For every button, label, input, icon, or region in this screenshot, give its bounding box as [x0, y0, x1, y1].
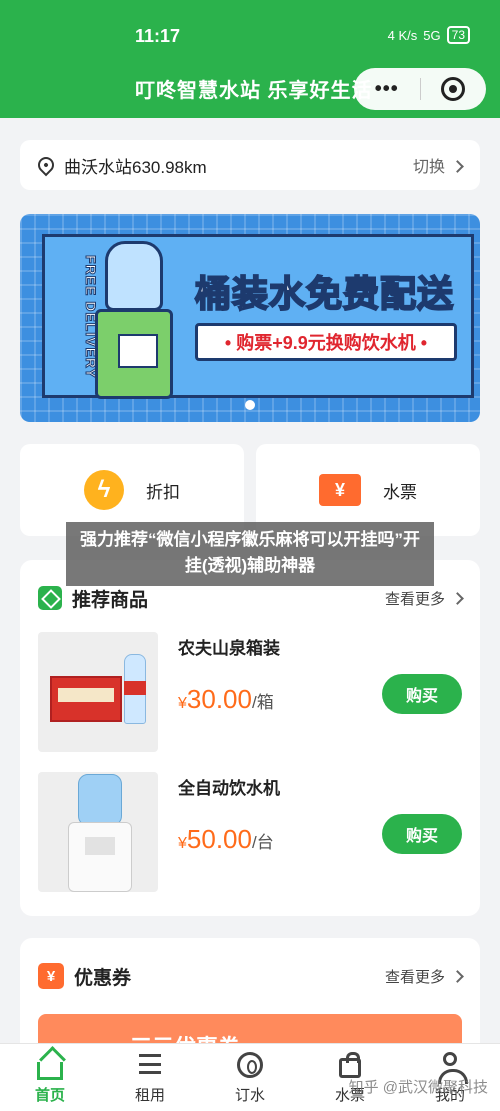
banner-frame: FREE DELIVERY 桶装水免费配送 • 购票+9.9元换购饮水机 •: [42, 234, 474, 399]
water-carton-icon: [50, 676, 122, 722]
recommend-title: 推荐商品: [72, 589, 149, 611]
price-value: 50.00: [186, 824, 252, 854]
price-unit: /箱: [251, 693, 274, 712]
chevron-right-icon: [451, 591, 464, 605]
close-miniprogram-button[interactable]: [421, 77, 487, 101]
water-dispenser-icon: [64, 772, 134, 892]
watermark: 知乎 @武汉微聚科技: [348, 1079, 488, 1096]
lightning-icon: ϟ: [84, 470, 124, 510]
dispenser-bottle: [78, 774, 122, 826]
product-price: ¥30.00/箱: [178, 684, 274, 715]
buy-button[interactable]: 购买: [382, 814, 462, 854]
product-item[interactable]: 农夫山泉箱装 ¥30.00/箱 购买: [38, 632, 462, 752]
price-unit: /台: [251, 833, 274, 852]
status-bar: 11:17 4 K/s 5G 73: [0, 20, 500, 54]
product-image: [38, 772, 158, 892]
dispenser-body: [68, 822, 132, 892]
more-label: 查看更多: [384, 968, 445, 986]
cooler-icon: [95, 309, 173, 399]
water-bottle-icon: [105, 241, 163, 311]
battery-icon: 73: [446, 26, 470, 44]
promo-banner[interactable]: FREE DELIVERY 桶装水免费配送 • 购票+9.9元换购饮水机 •: [20, 214, 480, 422]
coupon-more-link[interactable]: 查看更多: [384, 966, 464, 987]
product-item[interactable]: 全自动饮水机 ¥50.00/台 购买: [38, 772, 462, 892]
carousel-dot: [245, 400, 255, 410]
water-dispenser-illustration: [95, 241, 175, 411]
recommend-header: 推荐商品 查看更多: [38, 584, 464, 612]
banner-title: 桶装水免费配送: [194, 272, 455, 315]
water-ticket-label: 水票: [383, 482, 417, 502]
tab-home[interactable]: 首页: [0, 1044, 100, 1111]
location-bar[interactable]: 曲沃水站630.98km 切换: [20, 140, 480, 190]
station-name: 曲沃水站630.98km: [64, 157, 207, 177]
product-name: 全自动饮水机: [178, 779, 280, 798]
currency-symbol: ¥: [178, 835, 187, 852]
coupon-header: ¥ 优惠券 查看更多: [38, 962, 464, 990]
buy-button[interactable]: 购买: [382, 674, 462, 714]
product-price: ¥50.00/台: [178, 824, 274, 855]
rent-icon: [135, 1050, 165, 1080]
product-image: [38, 632, 158, 752]
banner-subtitle: • 购票+9.9元换购饮水机 •: [195, 323, 457, 361]
currency-symbol: ¥: [178, 695, 187, 712]
more-menu-button[interactable]: •••: [354, 78, 420, 101]
recommend-more-link[interactable]: 查看更多: [384, 588, 464, 609]
status-icons: 4 K/s 5G 73: [388, 26, 470, 44]
tab-label: 租用: [134, 1087, 165, 1104]
chevron-right-icon: [451, 969, 464, 983]
tab-order-water[interactable]: 订水: [200, 1044, 300, 1111]
network-speed: 4 K/s: [387, 27, 418, 43]
page-title: 叮咚智慧水站 乐享好生活: [135, 80, 373, 102]
coupon-title: 优惠券: [74, 967, 132, 989]
switch-station-button[interactable]: 切换: [412, 153, 464, 177]
app-header: 11:17 4 K/s 5G 73 叮咚智慧水站 乐享好生活 •••: [0, 0, 500, 118]
water-drop-icon: [235, 1050, 265, 1080]
chevron-right-icon: [451, 160, 464, 173]
switch-label: 切换: [412, 159, 445, 176]
overlay-caption: 强力推荐“微信小程序徽乐麻将可以开挂吗”开挂(透视)辅助神器: [66, 522, 434, 586]
bottom-tab-bar: 首页 租用 订水 水票 我的 知乎 @武汉微聚科技: [0, 1043, 500, 1111]
more-label: 查看更多: [384, 590, 445, 608]
banner-side-text: FREE DELIVERY: [83, 255, 100, 380]
tab-label: 订水: [234, 1087, 265, 1104]
home-icon: [35, 1050, 65, 1080]
miniprogram-capsule: •••: [354, 68, 486, 110]
status-time: 11:17: [135, 26, 181, 46]
target-icon: [441, 77, 466, 101]
coupon-icon: ¥: [38, 963, 64, 989]
tab-label: 首页: [34, 1087, 65, 1104]
ticket-icon: ¥: [319, 474, 361, 506]
price-value: 30.00: [186, 684, 252, 714]
carousel-indicator: [20, 400, 480, 410]
recommend-section: 推荐商品 查看更多 农夫山泉箱装 ¥30.00/箱 购买 全自动饮水机 ¥50.…: [20, 560, 480, 916]
tab-rent[interactable]: 租用: [100, 1044, 200, 1111]
water-bottle-icon: [124, 654, 146, 724]
location-pin-icon: [34, 153, 58, 177]
box-icon: [38, 586, 62, 610]
signal-label: 5G: [423, 27, 441, 43]
product-name: 农夫山泉箱装: [178, 639, 280, 658]
discount-label: 折扣: [146, 482, 180, 502]
